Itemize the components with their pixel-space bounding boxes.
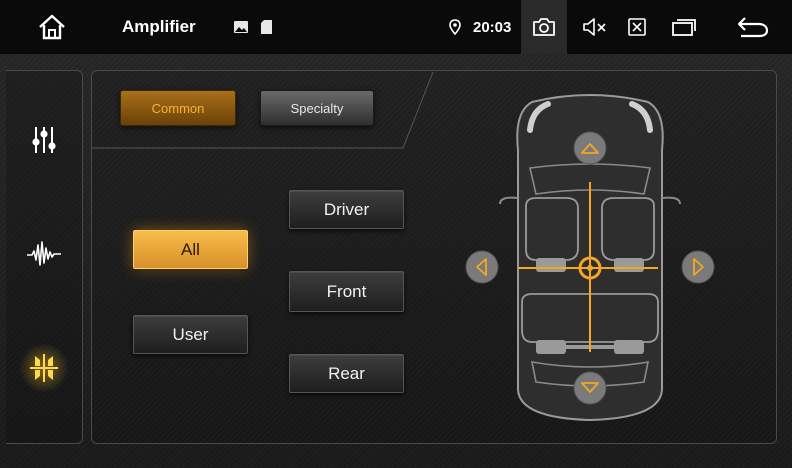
recent-apps-icon (672, 19, 696, 36)
screenshot-button[interactable] (521, 0, 567, 54)
sd-card-icon (258, 0, 274, 54)
camera-icon (533, 18, 555, 36)
rear-left-headrest (536, 340, 566, 354)
app-title: Amplifier (122, 17, 196, 36)
back-icon (737, 17, 769, 38)
image-icon (232, 0, 250, 54)
rear-right-headrest (614, 340, 644, 354)
position-user-button[interactable]: User (133, 315, 248, 354)
home-icon (39, 14, 65, 40)
mute-icon (583, 18, 606, 36)
sidebar-item-balance-fader[interactable] (6, 343, 82, 393)
down-arrow-button[interactable] (573, 371, 607, 405)
mute-button[interactable] (578, 0, 612, 54)
home-button[interactable] (30, 0, 74, 54)
right-arrow-button[interactable] (681, 250, 715, 284)
up-arrow-button[interactable] (573, 131, 607, 165)
clock: 20:03 (473, 18, 512, 36)
sidebar (6, 70, 83, 444)
waveform-icon (27, 241, 61, 266)
left-mirror (499, 196, 519, 205)
focus-point-center (587, 265, 593, 271)
right-mirror (661, 196, 681, 205)
recent-apps-button[interactable] (666, 0, 702, 54)
left-arrow-button[interactable] (465, 250, 499, 284)
balance-fader-icon (30, 354, 58, 382)
sidebar-item-waveform[interactable] (6, 229, 82, 279)
equalizer-icon (32, 127, 56, 153)
position-all-button[interactable]: All (133, 230, 248, 269)
driver-headrest (536, 258, 566, 272)
close-box-icon (628, 18, 646, 36)
back-button[interactable] (730, 0, 774, 54)
sidebar-item-equalizer[interactable] (6, 115, 82, 165)
close-app-button[interactable] (622, 0, 652, 54)
car-diagram (465, 94, 715, 422)
tab-common[interactable]: Common (120, 90, 236, 126)
position-front-button[interactable]: Front (289, 271, 404, 312)
position-driver-button[interactable]: Driver (289, 190, 404, 229)
status-bar: Amplifier 20:03 (0, 0, 792, 54)
location-pin-icon (446, 0, 464, 54)
passenger-headrest (614, 258, 644, 272)
tab-specialty[interactable]: Specialty (260, 90, 374, 126)
position-rear-button[interactable]: Rear (289, 354, 404, 393)
